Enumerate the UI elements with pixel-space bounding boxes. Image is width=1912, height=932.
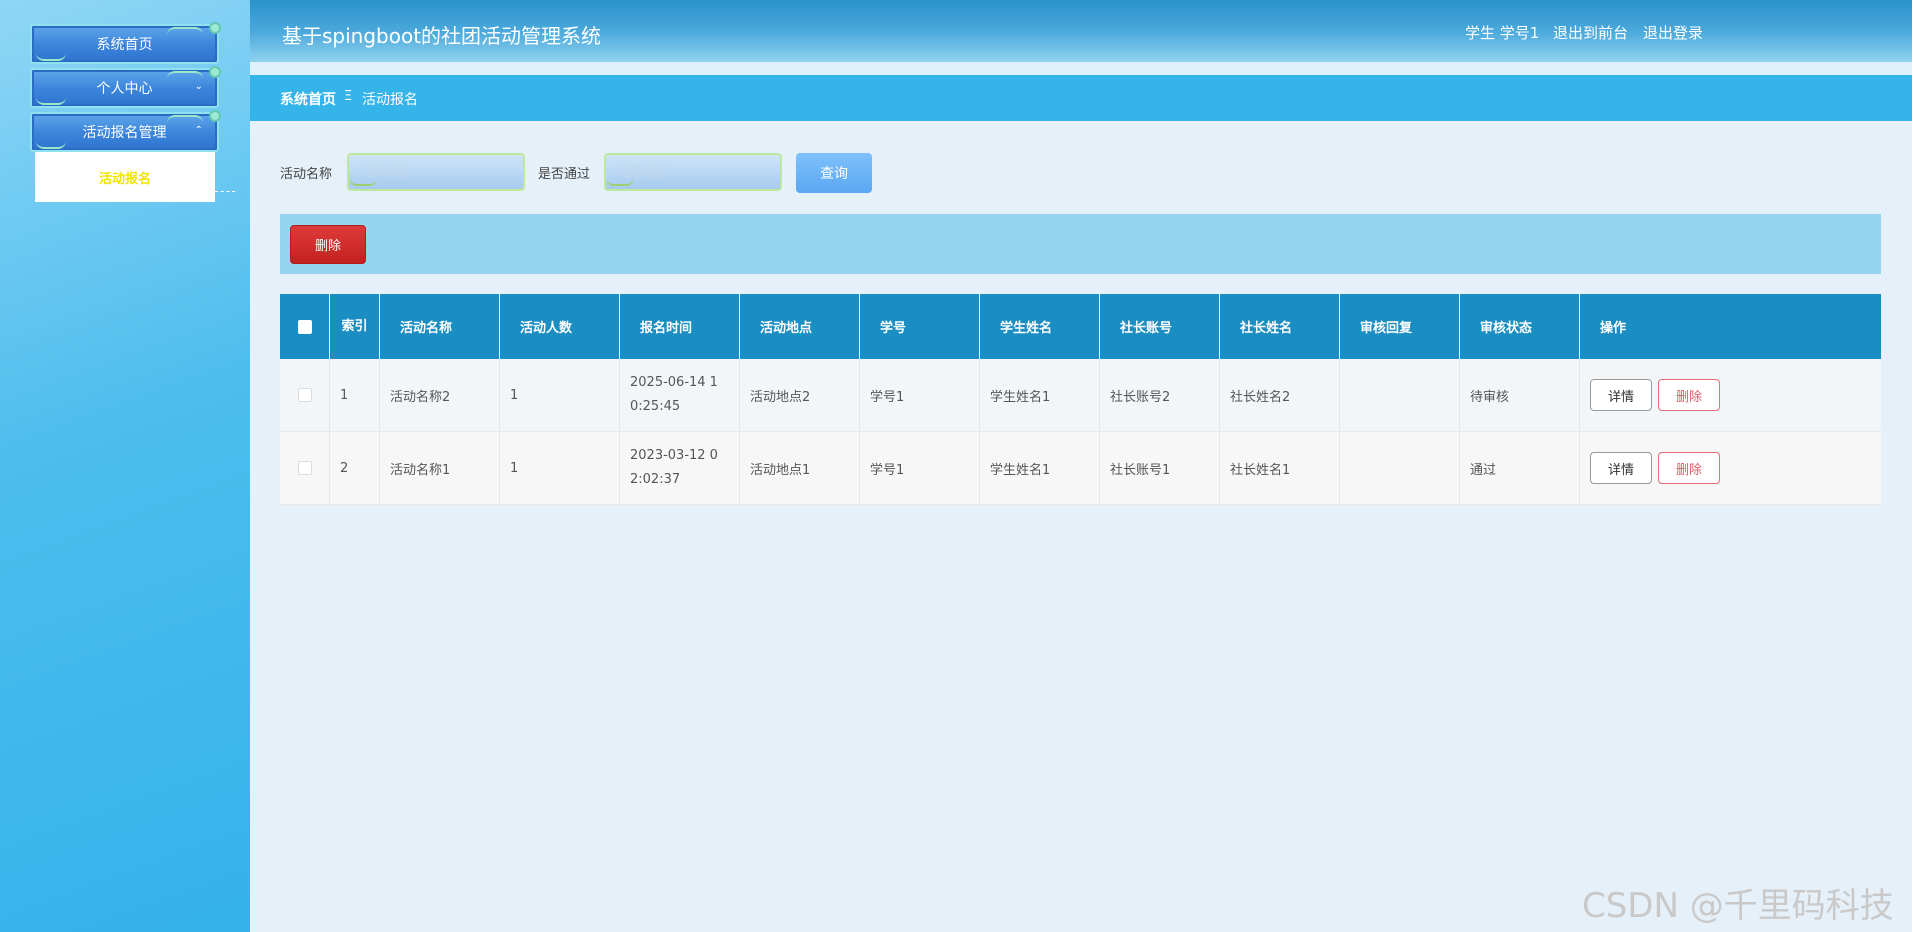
cell-select [280,359,330,431]
header-cell: 社长账号 [1100,294,1220,359]
row-checkbox[interactable] [297,461,312,475]
cell-select [280,432,330,504]
ornament-dot [209,66,221,78]
cell-activity-place: 活动地点2 [740,359,860,431]
cell-review-reply [1340,432,1460,504]
cell-index: 1 [330,359,380,431]
register-time-text: 2025-06-14 10:25:45 [630,375,718,414]
activity-name-input[interactable] [347,153,525,191]
watermark: CSDN @千里码科技 [1582,886,1894,926]
ornament [167,115,203,123]
cell-student-name: 学生姓名1 [980,359,1100,431]
logout-link[interactable]: 退出登录 [1643,22,1703,43]
header-cell: 活动地点 [740,294,860,359]
cell-leader-name: 社长姓名2 [1220,359,1340,431]
chevron-up-icon: ⌃ [194,125,203,136]
breadcrumb-separator-icon: Ξ [344,89,353,104]
ornament [606,178,634,186]
cell-review-reply [1340,359,1460,431]
cell-register-time: 2023-03-12 02:02:37 [620,432,740,504]
sidebar: 系统首页 个人中心 ⌄ 活动报名管理 ⌃ 活动报名 [0,0,250,932]
batch-delete-button[interactable]: 删除 [290,225,366,264]
header-cell-select [280,294,330,359]
cell-actions: 详情 删除 [1580,432,1881,504]
chevron-down-icon: ⌄ [194,81,203,92]
sidebar-item-activity-registration-management[interactable]: 活动报名管理 ⌃ [30,110,221,152]
sidebar-item-label: 活动报名管理 [82,125,167,141]
select-all-checkbox[interactable] [297,319,312,334]
ornament [167,27,203,35]
cell-register-time: 2025-06-14 10:25:45 [620,359,740,431]
header-cell: 学号 [860,294,980,359]
cell-review-status: 通过 [1460,432,1580,504]
header-cell: 活动名称 [380,294,500,359]
data-table: 索引 活动名称 活动人数 报名时间 活动地点 学号 学生姓名 社长账号 社长姓名… [280,294,1881,505]
header-cell: 学生姓名 [980,294,1100,359]
sidebar-item-label: 个人中心 [96,81,153,97]
sidebar-item-label: 系统首页 [96,37,153,53]
header: 基于spingboot的社团活动管理系统 学生 学号1 退出到前台 退出登录 [250,0,1912,62]
detail-button[interactable]: 详情 [1590,379,1652,411]
cell-leader-account: 社长账号2 [1100,359,1220,431]
header-cell: 活动人数 [500,294,620,359]
cell-review-status: 待审核 [1460,359,1580,431]
delete-button[interactable]: 删除 [1658,452,1720,484]
detail-button[interactable]: 详情 [1590,452,1652,484]
ornament [36,97,66,105]
breadcrumb-home[interactable]: 系统首页 [280,89,336,109]
app-title: 基于spingboot的社团活动管理系统 [282,24,602,48]
cell-actions: 详情 删除 [1580,359,1881,431]
header-cell: 报名时间 [620,294,740,359]
activity-name-label: 活动名称 [280,167,333,182]
ornament [167,71,203,79]
table-row: 1 活动名称2 1 2025-06-14 10:25:45 活动地点2 学号1 … [280,359,1881,432]
cell-activity-place: 活动地点1 [740,432,860,504]
header-cell: 社长姓名 [1220,294,1340,359]
cell-activity-count: 1 [500,359,620,431]
sidebar-subitem-activity-registration[interactable]: 活动报名 [35,152,215,202]
ornament-dot [209,110,221,122]
register-time-text: 2023-03-12 02:02:37 [630,448,718,487]
cell-activity-count: 1 [500,432,620,504]
row-checkbox[interactable] [297,388,312,402]
cell-activity-name: 活动名称1 [380,432,500,504]
sidebar-subitem-label: 活动报名 [98,171,151,187]
cell-activity-name: 活动名称2 [380,359,500,431]
header-cell: 审核回复 [1340,294,1460,359]
header-cell: 操作 [1600,321,1627,336]
cell-student-no: 学号1 [860,359,980,431]
ornament [36,53,66,61]
ornament-dot [209,22,221,34]
ornament [36,141,66,149]
exit-to-front-link[interactable]: 退出到前台 [1553,22,1628,43]
breadcrumb-current: 活动报名 [362,92,418,108]
query-button[interactable]: 查询 [796,153,872,193]
delete-button[interactable]: 删除 [1658,379,1720,411]
header-cell: 审核状态 [1460,294,1580,359]
current-user: 学生 学号1 [1465,24,1540,42]
toolbar: 删除 [280,214,1881,274]
sidebar-item-home[interactable]: 系统首页 [30,22,221,64]
cell-index: 2 [330,432,380,504]
passed-label: 是否通过 [538,167,591,182]
passed-input[interactable] [604,153,782,191]
cell-student-name: 学生姓名1 [980,432,1100,504]
breadcrumb: 系统首页 Ξ 活动报名 [250,75,1912,121]
table-header: 索引 活动名称 活动人数 报名时间 活动地点 学号 学生姓名 社长账号 社长姓名… [280,294,1881,359]
header-cell: 索引 [330,294,380,359]
sidebar-item-personal-center[interactable]: 个人中心 ⌄ [30,66,221,108]
divider [215,191,235,192]
cell-student-no: 学号1 [860,432,980,504]
cell-leader-name: 社长姓名1 [1220,432,1340,504]
table-row: 2 活动名称1 1 2023-03-12 02:02:37 活动地点1 学号1 … [280,432,1881,505]
ornament [349,178,377,186]
header-divider [250,62,1912,75]
cell-leader-account: 社长账号1 [1100,432,1220,504]
